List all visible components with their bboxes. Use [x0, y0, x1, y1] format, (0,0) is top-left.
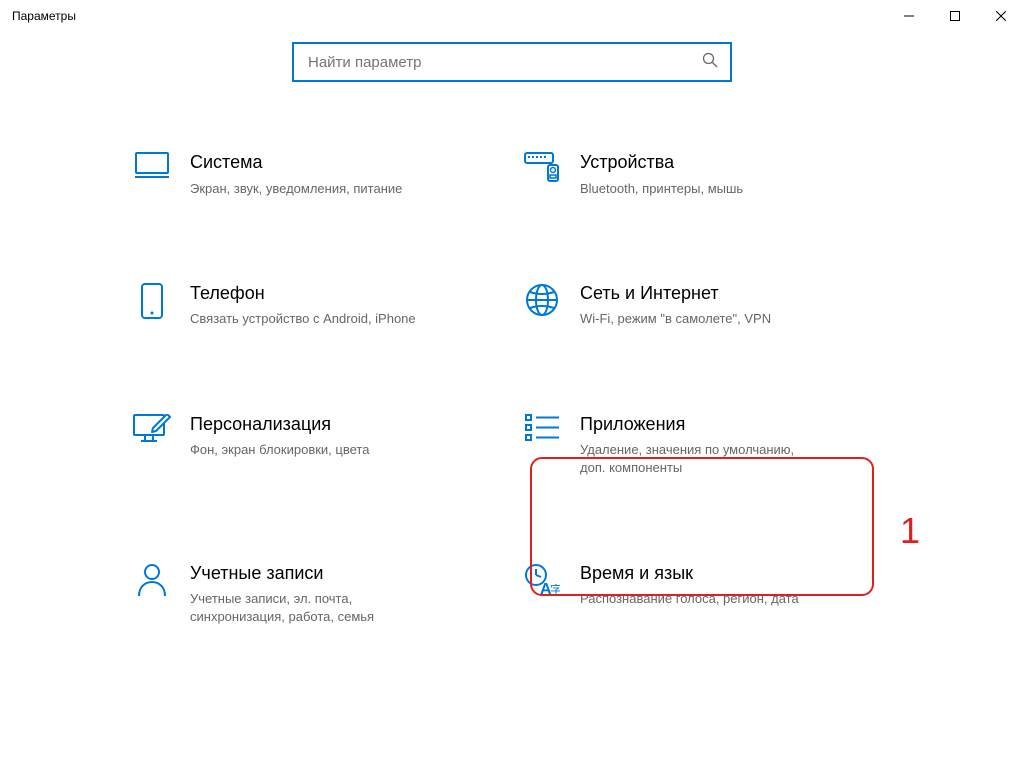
category-title: Телефон	[190, 283, 416, 305]
category-accounts[interactable]: Учетные записи Учетные записи, эл. почта…	[132, 563, 502, 627]
category-title: Персонализация	[190, 414, 369, 436]
svg-text:字: 字	[550, 582, 560, 597]
time-language-icon: A字	[522, 563, 562, 597]
categories-grid: Система Экран, звук, уведомления, питани…	[132, 152, 892, 627]
category-apps[interactable]: Приложения Удаление, значения по умолчан…	[522, 414, 892, 478]
window-buttons	[886, 0, 1024, 32]
content-area: Система Экран, звук, уведомления, питани…	[0, 32, 1024, 767]
category-title: Приложения	[580, 414, 810, 436]
personalization-icon	[132, 414, 172, 444]
category-personalization[interactable]: Персонализация Фон, экран блокировки, цв…	[132, 414, 502, 478]
category-phone[interactable]: Телефон Связать устройство с Android, iP…	[132, 283, 502, 329]
category-desc: Фон, экран блокировки, цвета	[190, 441, 369, 459]
phone-icon	[132, 283, 172, 319]
category-system[interactable]: Система Экран, звук, уведомления, питани…	[132, 152, 502, 198]
category-title: Система	[190, 152, 402, 174]
search-input[interactable]	[306, 53, 702, 72]
apps-icon	[522, 414, 562, 442]
globe-icon	[522, 283, 562, 317]
category-title: Учетные записи	[190, 563, 420, 585]
category-desc: Экран, звук, уведомления, питание	[190, 180, 402, 198]
category-title: Сеть и Интернет	[580, 283, 771, 305]
category-time-language[interactable]: A字 Время и язык Распознавание голоса, ре…	[522, 563, 892, 627]
devices-icon	[522, 152, 562, 182]
category-devices[interactable]: Устройства Bluetooth, принтеры, мышь	[522, 152, 892, 198]
category-desc: Удаление, значения по умолчанию, доп. ко…	[580, 441, 810, 477]
search-box[interactable]	[292, 42, 732, 82]
search-icon	[702, 52, 718, 73]
category-desc: Распознавание голоса, регион, дата	[580, 590, 799, 608]
system-icon	[132, 152, 172, 178]
category-title: Время и язык	[580, 563, 799, 585]
titlebar: Параметры	[0, 0, 1024, 32]
accounts-icon	[132, 563, 172, 597]
category-desc: Связать устройство с Android, iPhone	[190, 310, 416, 328]
category-desc: Учетные записи, эл. почта, синхронизация…	[190, 590, 420, 626]
category-desc: Wi-Fi, режим "в самолете", VPN	[580, 310, 771, 328]
minimize-button[interactable]	[886, 0, 932, 32]
category-title: Устройства	[580, 152, 743, 174]
close-button[interactable]	[978, 0, 1024, 32]
category-network[interactable]: Сеть и Интернет Wi-Fi, режим "в самолете…	[522, 283, 892, 329]
category-desc: Bluetooth, принтеры, мышь	[580, 180, 743, 198]
window-title: Параметры	[12, 9, 76, 23]
maximize-button[interactable]	[932, 0, 978, 32]
